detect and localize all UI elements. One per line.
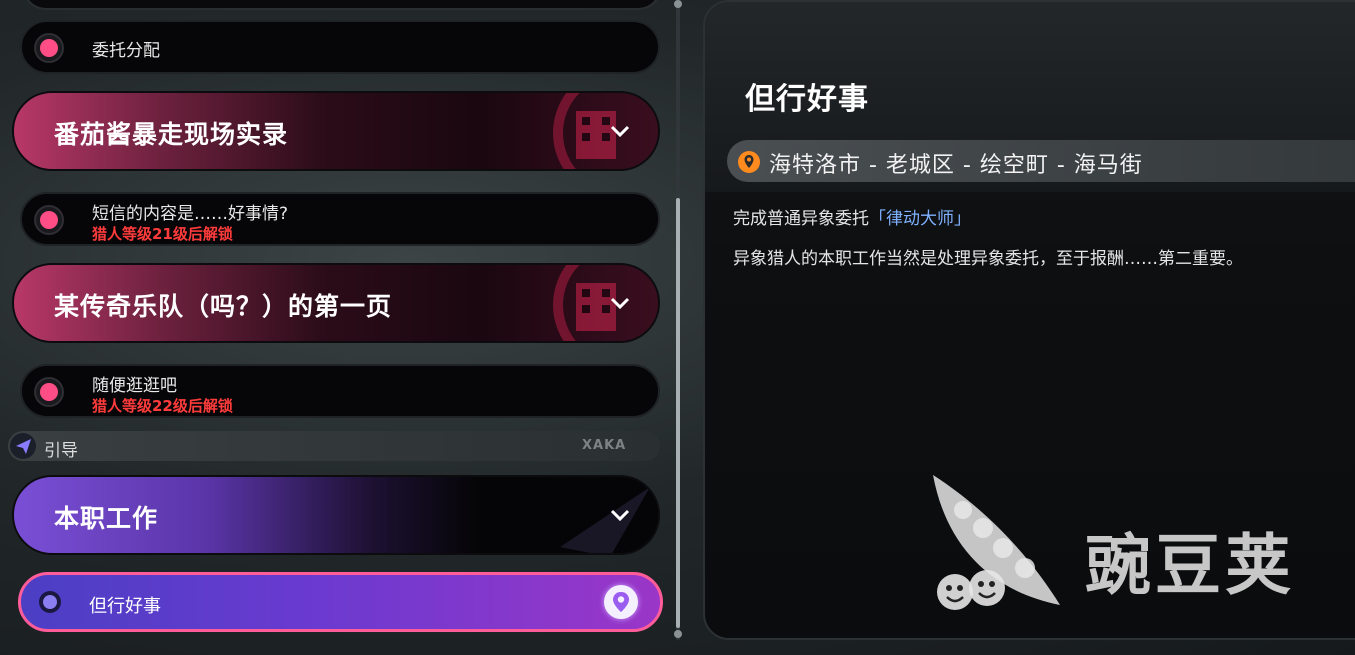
status-dot-icon <box>40 211 58 229</box>
film-emblem-icon <box>553 93 616 169</box>
task-item-sms[interactable]: 短信的内容是……好事情? 猎人等级21级后解锁 <box>20 192 660 246</box>
task-group-title: 番茄酱暴走现场实录 <box>54 120 289 149</box>
location-pin-icon[interactable] <box>604 585 638 619</box>
task-group-band[interactable]: 某传奇乐队（吗？）的第一页 <box>12 263 660 343</box>
task-group-title: 某传奇乐队（吗？）的第一页 <box>54 292 393 321</box>
guide-label: 引导 <box>44 441 78 461</box>
unlock-requirement: 猎人等级22级后解锁 <box>92 397 233 415</box>
watermark: 豌豆荚 <box>925 470 1325 620</box>
chevron-down-icon[interactable] <box>610 124 630 138</box>
objective-target-link[interactable]: 「律动大师」 <box>869 209 971 229</box>
chevron-down-icon[interactable] <box>610 508 630 522</box>
task-item-stroll[interactable]: 随便逛逛吧 猎人等级22级后解锁 <box>20 364 660 418</box>
paper-plane-emblem-icon <box>560 487 650 553</box>
watermark-text: 豌豆荚 <box>1085 527 1295 604</box>
map-marker-icon <box>738 151 760 173</box>
brand-mark: XAKA <box>582 438 627 453</box>
task-item-title: 短信的内容是……好事情? <box>92 204 289 224</box>
scrollbar-cap-bottom <box>674 630 682 638</box>
list-item-stub <box>22 0 662 10</box>
unlock-requirement: 猎人等级21级后解锁 <box>92 225 233 243</box>
location-bar: 海特洛市 - 老城区 - 绘空町 - 海马街 <box>727 140 1355 182</box>
paper-plane-icon <box>10 433 36 459</box>
quest-title: 但行好事 <box>745 82 869 117</box>
task-list: 委托分配 番茄酱暴走现场实录 短信的内容是……好事情? 猎人等级21级后解锁 某… <box>0 0 700 655</box>
chevron-down-icon[interactable] <box>610 296 630 310</box>
task-item-title: 随便逛逛吧 <box>92 376 177 396</box>
task-group-ketchup[interactable]: 番茄酱暴走现场实录 <box>12 91 660 171</box>
task-item-active[interactable]: 但行好事 <box>18 572 663 632</box>
guide-category-header: 引导 XAKA <box>8 431 660 461</box>
status-dot-icon <box>40 39 58 57</box>
quest-description: 异象猎人的本职工作当然是处理异象委托，至于报酬……第二重要。 <box>733 249 1243 269</box>
quest-objective: 完成普通异象委托「律动大师」 <box>733 204 971 229</box>
scrollbar-thumb[interactable] <box>676 198 680 628</box>
task-group-title: 本职工作 <box>54 504 159 533</box>
location-text: 海特洛市 - 老城区 - 绘空町 - 海马街 <box>769 153 1143 178</box>
scrollbar-cap-top <box>674 0 682 8</box>
film-emblem-icon <box>553 265 616 341</box>
task-group-main-job[interactable]: 本职工作 <box>12 475 660 555</box>
status-dot-icon <box>40 383 58 401</box>
pea-pod-logo-icon <box>933 475 1060 610</box>
objective-prefix: 完成普通异象委托 <box>733 209 869 229</box>
status-dot-icon <box>43 595 57 609</box>
task-item-commission[interactable]: 委托分配 <box>20 20 660 74</box>
task-item-title: 委托分配 <box>92 41 160 61</box>
task-item-title: 但行好事 <box>89 596 161 617</box>
